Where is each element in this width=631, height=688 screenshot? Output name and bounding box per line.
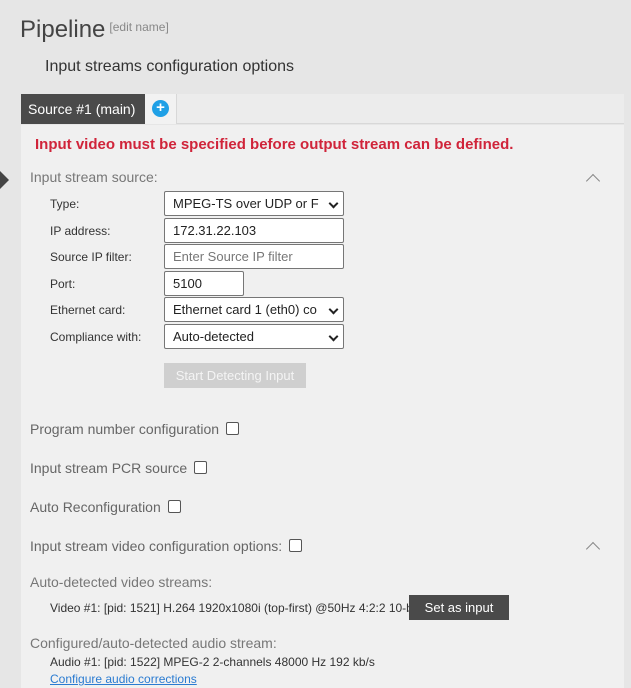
warning-message: Input video must be specified before out…	[35, 136, 514, 153]
pcr-source-option: Input stream PCR source	[30, 460, 208, 476]
configure-audio-link[interactable]: Configure audio corrections	[50, 672, 197, 686]
ethernet-card-value: Ethernet card 1 (eth0) co	[173, 302, 317, 317]
video-config-checkbox[interactable]	[289, 539, 303, 552]
video-config-label: Input stream video configuration options…	[30, 538, 283, 554]
expand-arrow-icon[interactable]	[0, 171, 9, 189]
tab-source-1[interactable]: Source #1 (main)	[21, 94, 145, 124]
source-ip-filter-label: Source IP filter:	[50, 250, 132, 264]
chevron-down-icon	[328, 304, 339, 315]
audio-stream-info: Audio #1: [pid: 1522] MPEG-2 2-channels …	[50, 655, 375, 669]
video-streams-heading: Auto-detected video streams:	[30, 574, 213, 590]
compliance-label: Compliance with:	[50, 330, 142, 344]
program-number-checkbox[interactable]	[226, 422, 240, 435]
set-as-input-button[interactable]: Set as input	[409, 595, 509, 620]
edit-name-link[interactable]: [edit name]	[109, 20, 168, 34]
input-source-heading: Input stream source:	[30, 169, 158, 185]
port-label: Port:	[50, 277, 76, 291]
port-input[interactable]: 5100	[164, 271, 244, 296]
video-stream-info: Video #1: [pid: 1521] H.264 1920x1080i (…	[50, 601, 419, 615]
add-source-tab[interactable]: +	[145, 94, 177, 124]
type-select[interactable]: MPEG-TS over UDP or F	[164, 191, 344, 216]
auto-reconfig-checkbox[interactable]	[167, 500, 181, 513]
plus-circle-icon: +	[152, 100, 169, 117]
pcr-source-checkbox[interactable]	[194, 461, 208, 474]
program-number-label: Program number configuration	[30, 421, 220, 437]
source-ip-filter-input[interactable]: Enter Source IP filter	[164, 244, 344, 269]
start-detecting-button: Start Detecting Input	[164, 363, 306, 388]
auto-reconfig-label: Auto Reconfiguration	[30, 499, 161, 515]
ip-address-input[interactable]: 172.31.22.103	[164, 218, 344, 243]
chevron-down-icon	[328, 331, 339, 342]
page-title-text: Pipeline	[20, 16, 106, 43]
type-select-value: MPEG-TS over UDP or F	[173, 196, 319, 211]
compliance-select[interactable]: Auto-detected	[164, 324, 344, 349]
program-number-option: Program number configuration	[30, 421, 240, 437]
ip-address-label: IP address:	[50, 224, 111, 238]
page-subtitle: Input streams configuration options	[45, 58, 295, 75]
ethernet-card-label: Ethernet card:	[50, 303, 126, 317]
video-config-option: Input stream video configuration options…	[30, 538, 303, 554]
pcr-source-label: Input stream PCR source	[30, 460, 188, 476]
chevron-down-icon	[328, 198, 339, 209]
type-label: Type:	[50, 197, 80, 211]
page-title: Pipeline [edit name]	[20, 16, 169, 44]
auto-reconfig-option: Auto Reconfiguration	[30, 499, 181, 515]
audio-stream-heading: Configured/auto-detected audio stream:	[30, 635, 277, 651]
tab-bar: Source #1 (main) +	[21, 94, 624, 124]
ethernet-card-select[interactable]: Ethernet card 1 (eth0) co	[164, 297, 344, 322]
compliance-value: Auto-detected	[173, 329, 254, 344]
